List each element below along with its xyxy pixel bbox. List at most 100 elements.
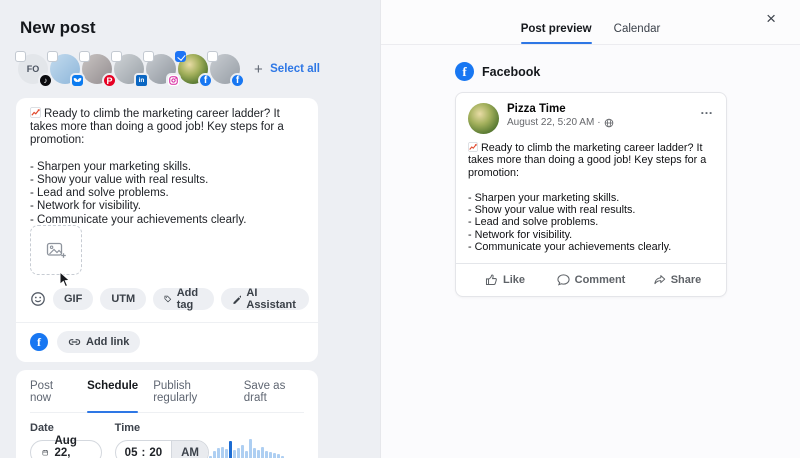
histogram-bar xyxy=(217,448,220,458)
facebook-preview-card: Pizza Time August 22, 5:20 AM · … Ready … xyxy=(455,92,727,297)
page-title: New post xyxy=(20,18,96,37)
meridiem-toggle[interactable]: AM xyxy=(171,441,208,458)
add-link-button[interactable]: Add link xyxy=(57,331,141,353)
add-account-button[interactable]: + xyxy=(254,62,263,77)
histogram-bar xyxy=(261,447,264,458)
histogram-bar xyxy=(225,449,228,458)
tab-calendar[interactable]: Calendar xyxy=(614,23,661,44)
date-input[interactable]: Aug 22, 2025 xyxy=(30,435,102,458)
date-field-group: Date Aug 22, 2025 xyxy=(30,422,102,458)
account-facebook-pizza-time[interactable]: f xyxy=(175,51,213,88)
account-bluesky[interactable] xyxy=(47,51,85,88)
account-checkbox[interactable] xyxy=(79,51,90,62)
account-checkbox-checked[interactable] xyxy=(175,51,186,62)
close-icon[interactable]: × xyxy=(766,10,776,27)
select-all-link[interactable]: Select all xyxy=(270,63,320,75)
post-text: Ready to climb the marketing career ladd… xyxy=(30,108,284,226)
post-timestamp: August 22, 5:20 AM · xyxy=(507,117,614,128)
facebook-icon: f xyxy=(30,333,48,351)
tab-post-now[interactable]: Post now xyxy=(30,380,72,412)
add-link-row: f Add link xyxy=(30,323,304,362)
time-label: Time xyxy=(114,422,141,434)
social-accounts-row: FO ♪ P in f f + Select all xyxy=(15,51,320,88)
facebook-badge: f xyxy=(230,73,245,88)
post-composer-window: New post FO ♪ P in f f + Select all Read… xyxy=(0,0,800,458)
calendar-icon xyxy=(42,449,48,456)
time-minute[interactable]: 20 xyxy=(149,447,162,458)
histogram-bar xyxy=(213,451,216,458)
account-tiktok[interactable]: FO ♪ xyxy=(15,51,53,88)
gif-button[interactable]: GIF xyxy=(53,288,94,310)
image-plus-icon xyxy=(46,242,66,258)
preview-card-header: Pizza Time August 22, 5:20 AM · … xyxy=(456,93,726,140)
time-field-group: Time 05 : 20 AM xyxy=(114,422,209,458)
best-time-histogram xyxy=(209,438,304,458)
histogram-bar xyxy=(229,441,232,458)
like-button[interactable]: Like xyxy=(462,268,548,292)
facebook-icon: f xyxy=(455,62,474,81)
globe-icon xyxy=(604,118,613,127)
histogram-bar xyxy=(257,450,260,458)
histogram-bar xyxy=(241,445,244,458)
comment-bubble-icon xyxy=(557,274,570,286)
time-input[interactable]: 05 : 20 AM xyxy=(114,440,209,458)
page-name: Pizza Time xyxy=(507,103,566,115)
tab-save-as-draft[interactable]: Save as draft xyxy=(244,380,304,412)
time-separator: : xyxy=(141,446,146,458)
date-value: Aug 22, 2025 xyxy=(54,434,77,458)
tab-post-preview[interactable]: Post preview xyxy=(520,23,592,44)
linkedin-badge: in xyxy=(134,73,149,88)
account-linkedin[interactable]: in xyxy=(111,51,149,88)
share-button[interactable]: Share xyxy=(634,268,720,292)
post-options-menu[interactable]: … xyxy=(700,103,714,116)
composer-toolbar: GIF UTM Add tag AI Assistant xyxy=(30,287,310,311)
account-facebook-2[interactable]: f xyxy=(207,51,245,88)
time-hour[interactable]: 05 xyxy=(125,447,138,458)
post-editor[interactable]: Ready to climb the marketing career ladd… xyxy=(30,107,304,226)
media-upload-dropzone[interactable] xyxy=(30,225,82,288)
composer-panel: New post FO ♪ P in f f + Select all Read… xyxy=(0,0,380,458)
time-value[interactable]: 05 : 20 xyxy=(116,441,171,458)
account-checkbox[interactable] xyxy=(15,51,26,62)
utm-button[interactable]: UTM xyxy=(100,288,147,310)
link-icon xyxy=(68,339,81,345)
emoji-picker-button[interactable] xyxy=(30,289,46,310)
account-pinterest[interactable]: P xyxy=(79,51,117,88)
facebook-badge: f xyxy=(198,73,213,88)
schedule-fields: Date Aug 22, 2025 Time 05 : 20 AM xyxy=(30,422,304,458)
schedule-card: Post now Schedule Publish regularly Save… xyxy=(16,370,318,458)
tab-schedule[interactable]: Schedule xyxy=(87,380,139,413)
add-tag-button[interactable]: Add tag xyxy=(153,287,214,311)
account-checkbox[interactable] xyxy=(47,51,58,62)
instagram-badge xyxy=(166,73,181,88)
account-checkbox[interactable] xyxy=(111,51,122,62)
histogram-bar xyxy=(237,448,240,458)
mouse-cursor-icon xyxy=(59,271,71,288)
histogram-bar xyxy=(245,451,248,458)
histogram-bar xyxy=(253,448,256,458)
preview-post-text: Ready to climb the marketing career ladd… xyxy=(468,142,707,254)
comment-button[interactable]: Comment xyxy=(548,268,634,292)
tag-icon xyxy=(164,295,172,303)
histogram-bar xyxy=(269,452,272,458)
histogram-bar xyxy=(233,450,236,458)
ai-assistant-button[interactable]: AI Assistant xyxy=(220,287,310,311)
date-label: Date xyxy=(30,422,54,434)
histogram-bar xyxy=(277,454,280,458)
preview-header: Post preview Calendar xyxy=(381,0,800,45)
pinterest-badge: P xyxy=(102,73,117,88)
schedule-tabs: Post now Schedule Publish regularly Save… xyxy=(30,370,304,413)
account-checkbox[interactable] xyxy=(143,51,154,62)
bluesky-badge xyxy=(70,73,85,88)
account-instagram[interactable] xyxy=(143,51,181,88)
facebook-section-label: f Facebook xyxy=(455,62,800,81)
like-thumb-icon xyxy=(485,274,497,286)
chart-increasing-emoji xyxy=(468,142,478,152)
chart-increasing-emoji xyxy=(30,107,41,118)
share-arrow-icon xyxy=(654,275,665,285)
account-checkbox[interactable] xyxy=(207,51,218,62)
composer-card: Ready to climb the marketing career ladd… xyxy=(16,98,318,362)
tiktok-badge: ♪ xyxy=(38,73,53,88)
tab-publish-regularly[interactable]: Publish regularly xyxy=(153,380,229,412)
histogram-bar xyxy=(221,447,224,458)
